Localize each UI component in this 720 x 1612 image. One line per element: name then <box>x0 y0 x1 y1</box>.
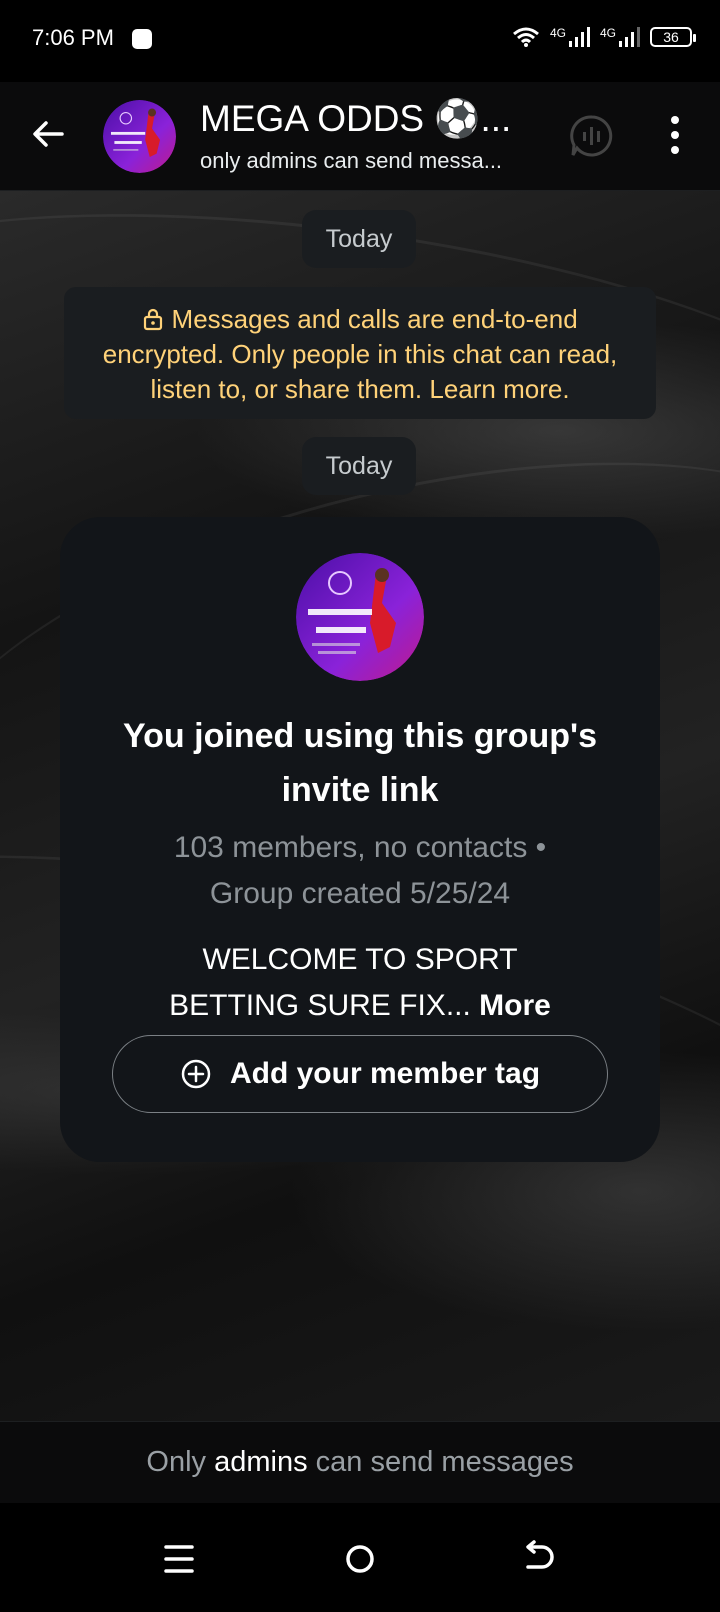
admins-link[interactable]: admins <box>214 1446 308 1478</box>
chat-header: MEGA ODDS ⚽... only admins can send mess… <box>0 82 720 191</box>
admins-only-footer[interactable]: Only admins can send messages <box>0 1421 720 1504</box>
voice-chat-icon[interactable] <box>570 114 614 158</box>
recents-menu-icon[interactable] <box>160 1539 200 1579</box>
group-subtitle[interactable]: only admins can send messa... <box>200 148 502 174</box>
status-icons: 4G 4G 36 <box>512 26 696 48</box>
status-bar: 7:06 PM 4G 4G 36 <box>0 0 720 82</box>
signal-2-label: 4G <box>599 26 616 40</box>
created-date: Group created 5/25/24 <box>209 877 511 910</box>
date-pill: Today <box>302 437 416 495</box>
home-circle-icon[interactable] <box>340 1539 380 1579</box>
member-count: 103 members, no contacts • <box>173 831 547 864</box>
encryption-text: Messages and calls are end-to-end encryp… <box>102 304 618 404</box>
footer-prefix: Only <box>146 1446 207 1478</box>
footer-suffix: can send messages <box>315 1446 574 1478</box>
battery-level: 36 <box>663 29 679 45</box>
group-avatar[interactable] <box>103 100 176 173</box>
notification-square-icon <box>132 29 152 49</box>
add-member-tag-button[interactable]: Add your member tag <box>112 1035 608 1113</box>
description-line: WELCOME TO SPORT <box>202 943 518 976</box>
signal-1-label: 4G <box>549 26 566 40</box>
group-description[interactable]: WELCOME TO SPORT BETTING SURE FIX... Mor… <box>80 937 640 1029</box>
more-vert-icon[interactable] <box>663 112 687 158</box>
back-arrow-icon[interactable] <box>28 114 68 154</box>
join-title: You joined using this group's invite lin… <box>123 717 597 809</box>
system-nav-bar <box>0 1503 720 1612</box>
signal-icon <box>568 27 590 47</box>
status-time: 7:06 PM <box>32 25 114 50</box>
group-avatar-large[interactable] <box>296 553 424 681</box>
description-line: BETTING SURE FIX... <box>169 989 471 1022</box>
group-info-card: You joined using this group's invite lin… <box>60 517 660 1162</box>
add-member-tag-label: Add your member tag <box>229 1057 541 1090</box>
wifi-icon <box>513 27 539 47</box>
encryption-notice[interactable]: Messages and calls are end-to-end encryp… <box>64 287 656 419</box>
add-circle-icon <box>181 1059 211 1089</box>
signal-icon <box>619 27 640 47</box>
group-meta[interactable]: 103 members, no contacts • Group created… <box>80 825 640 917</box>
lock-icon <box>144 308 163 331</box>
more-link[interactable]: More <box>479 989 551 1022</box>
back-return-icon[interactable] <box>520 1539 560 1579</box>
battery-icon: 36 <box>650 27 696 47</box>
date-pill: Today <box>302 210 416 268</box>
group-title[interactable]: MEGA ODDS ⚽... <box>200 98 511 141</box>
